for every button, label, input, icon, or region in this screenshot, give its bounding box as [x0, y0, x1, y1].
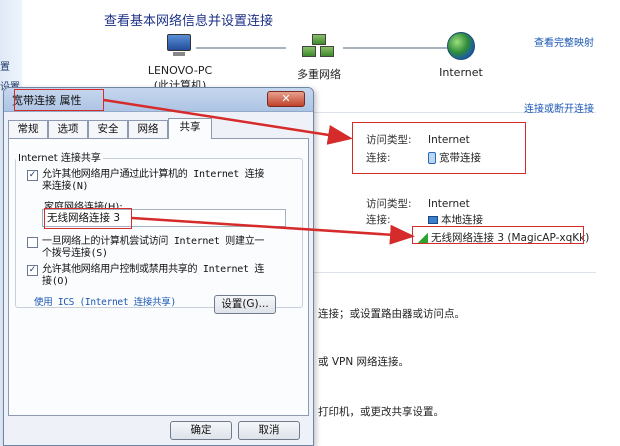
tab-general[interactable]: 常规	[8, 120, 48, 138]
ok-button[interactable]: 确定	[170, 421, 232, 440]
node-multiple-networks[interactable]: 多重网络	[287, 34, 351, 82]
node-internet[interactable]: Internet	[430, 32, 492, 79]
highlight-box	[352, 122, 526, 174]
connect-or-disconnect-link[interactable]: 连接或断开连接	[524, 100, 594, 115]
computer-icon	[165, 34, 195, 58]
use-ics-link[interactable]: 使用 ICS (Internet 连接共享)	[34, 294, 176, 308]
node-network-name: 多重网络	[297, 68, 341, 81]
page-title: 查看基本网络信息并设置连接	[104, 14, 274, 29]
node-this-pc: LENOVO-PC (此计算机)	[140, 34, 220, 93]
task-text: 打印机，或更改共享设置。	[318, 406, 444, 418]
tab-sharing[interactable]: 共享	[168, 118, 212, 139]
task-text: 或 VPN 网络连接。	[318, 356, 410, 368]
dial-on-demand-label-line1: 一旦网络上的计算机尝试访问 Internet 则建立一	[42, 236, 265, 247]
highlight-box	[44, 208, 132, 229]
highlight-box	[14, 89, 104, 111]
access-type-row: 访问类型: Internet	[366, 198, 470, 210]
allow-control-label-line1: 允许其他网络用户控制或禁用共享的 Internet 连	[42, 264, 265, 275]
node-internet-name: Internet	[439, 66, 483, 79]
nav-item[interactable]: 置	[0, 58, 10, 73]
lan-icon	[428, 216, 438, 224]
tab-security[interactable]: 安全	[88, 120, 128, 138]
map-connector	[196, 47, 286, 49]
dial-on-demand-checkbox[interactable]	[27, 237, 38, 248]
network-icon	[302, 34, 336, 60]
allow-connect-checkbox[interactable]: ✓	[27, 170, 38, 181]
local-connection-link[interactable]: 本地连接	[441, 214, 483, 226]
tab-options[interactable]: 选项	[48, 120, 88, 138]
tab-network[interactable]: 网络	[128, 120, 168, 138]
allow-connect-label-line1: 允许其他网络用户通过此计算机的 Internet 连接	[42, 169, 265, 180]
settings-button[interactable]: 设置(G)...	[214, 295, 276, 314]
allow-control-label-line2: 接(O)	[42, 276, 69, 287]
dial-on-demand-label-line2: 个拨号连接(S)	[42, 248, 108, 259]
task-text: 连接；或设置路由器或访问点。	[318, 308, 465, 320]
ics-group-title: Internet 连接共享	[16, 149, 103, 164]
close-button[interactable]: ✕	[267, 91, 305, 107]
highlight-box	[412, 226, 584, 244]
node-pc-name: LENOVO-PC	[147, 64, 213, 77]
connection-row: 连接: 本地连接	[366, 214, 483, 226]
cancel-button[interactable]: 取消	[238, 421, 300, 440]
allow-control-checkbox[interactable]: ✓	[27, 265, 38, 276]
globe-icon	[447, 32, 475, 60]
view-full-map-link[interactable]: 查看完整映射	[534, 34, 594, 49]
allow-connect-label-line2: 来连接(N)	[42, 181, 89, 192]
